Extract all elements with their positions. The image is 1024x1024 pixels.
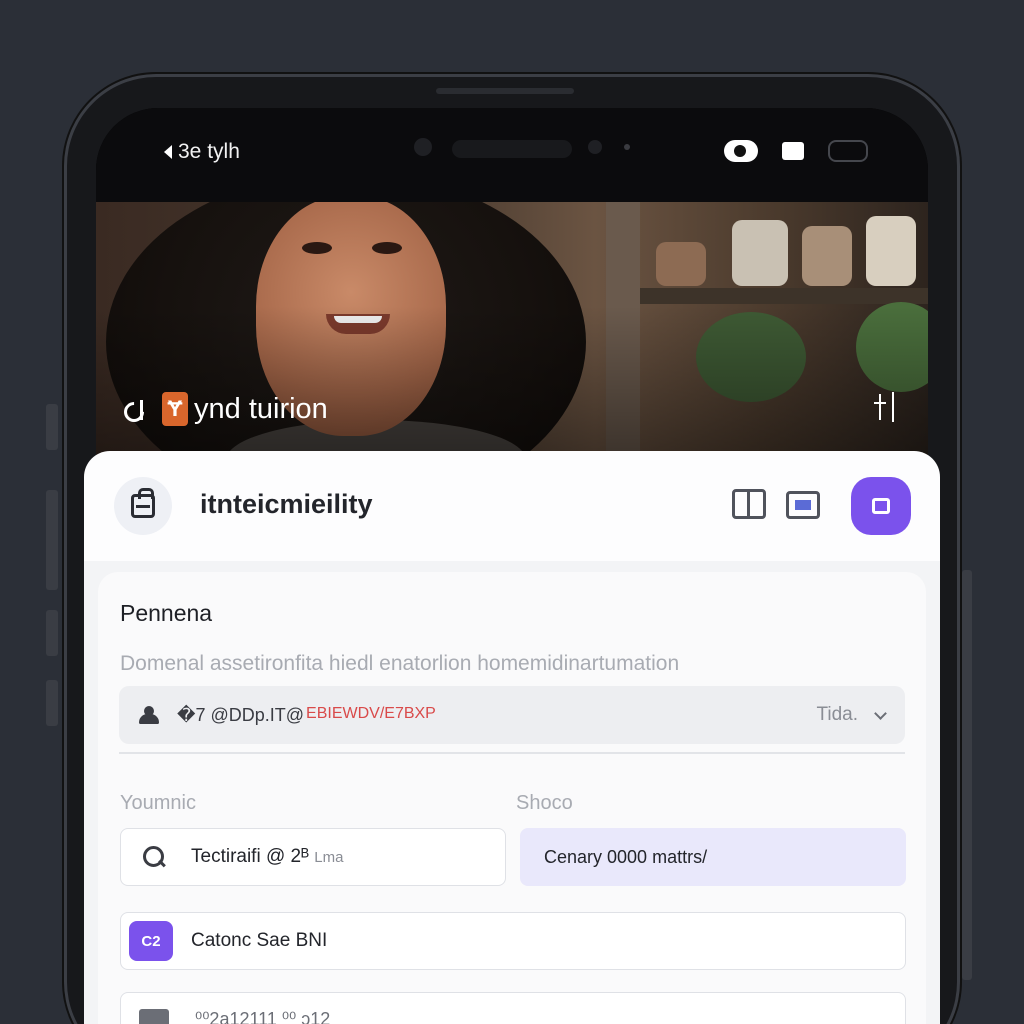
field-label-right: Shoco: [516, 792, 573, 814]
option-label: Catonc Sae BNI: [191, 930, 328, 951]
app-header: itnteicmieility: [84, 451, 940, 561]
audio-wave-icon: [124, 398, 156, 420]
form-card: Pennena Domenal assetironfita hiedl enat…: [98, 572, 926, 1024]
side-button-right: [962, 570, 972, 980]
select-value: �7 @DDp.IT@ EBIEWDV/E7BXP: [177, 705, 436, 726]
page-title: itnteicmieility: [200, 489, 373, 519]
screen-icon: [782, 142, 804, 160]
field-label-left: Youmnic: [120, 792, 196, 814]
side-button-left-3: [46, 610, 58, 656]
search-input[interactable]: Tectiraifi @ 2ᴮ Lma: [120, 828, 506, 886]
earpiece-speaker: [436, 88, 574, 94]
select-value-main: �7 @DDp.IT@: [177, 704, 305, 725]
sensor-dot-icon: [588, 140, 602, 154]
option-badge-icon: C2: [129, 921, 173, 961]
status-bar: 3e tylh: [96, 108, 928, 202]
select-value-error: EBIEWDV/E7BXP: [306, 704, 436, 722]
highlighted-field[interactable]: Cenary 0000 mattrs/: [520, 828, 906, 886]
shopping-bag-icon: [131, 488, 155, 518]
hero-video[interactable]: Ɏ ynd tuirion: [96, 202, 928, 462]
select-right-label: Tida.: [816, 704, 858, 725]
app-logo[interactable]: [114, 477, 172, 535]
search-icon: [143, 846, 165, 868]
battery-icon: [828, 140, 868, 162]
record-icon: [724, 140, 758, 162]
tag-icon: Ɏ: [162, 392, 188, 426]
list-item[interactable]: ⁰⁰2a12111 ⁰⁰ ɔ12: [120, 992, 906, 1024]
side-button-left-4: [46, 680, 58, 726]
search-value: Tectiraifi @ 2ᴮ Lma: [191, 846, 343, 868]
hero-caption: Ɏ ynd tuirion: [124, 392, 328, 426]
back-button[interactable]: 3e tylh: [164, 140, 240, 164]
notch-sensor: [452, 140, 572, 158]
highlighted-field-value: Cenary 0000 mattrs/: [544, 846, 708, 867]
select-right: Tida.: [816, 704, 887, 726]
side-button-left-1: [46, 404, 58, 450]
option-row[interactable]: C2 Catonc Sae BNI: [120, 912, 906, 970]
section-description: Domenal assetironfita hiedl enatorlion h…: [120, 652, 680, 675]
status-icons: [724, 140, 868, 162]
hero-caption-text: ynd tuirion: [194, 392, 328, 425]
fullscreen-toggle-icon[interactable]: [872, 392, 902, 422]
media-icon[interactable]: [786, 491, 820, 519]
primary-action-button[interactable]: [851, 477, 911, 535]
device-icon: [139, 1009, 169, 1024]
account-select[interactable]: �7 @DDp.IT@ EBIEWDV/E7BXP Tida.: [119, 686, 905, 744]
book-icon[interactable]: [732, 489, 766, 519]
search-value-main: Tectiraifi @ 2ᴮ: [191, 846, 309, 867]
user-icon: [139, 706, 159, 724]
back-label: 3e tylh: [178, 140, 240, 163]
chevron-down-icon: [874, 706, 887, 720]
chat-icon: [872, 498, 890, 514]
divider: [119, 752, 905, 754]
back-arrow-icon: [164, 145, 172, 159]
camera-dot-icon: [414, 138, 432, 156]
list-item-value: ⁰⁰2a12111 ⁰⁰ ɔ12: [195, 1009, 331, 1024]
sensor-small-icon: [624, 144, 630, 150]
section-title: Pennena: [120, 600, 213, 626]
search-value-faint: Lma: [314, 849, 344, 866]
side-button-left-2: [46, 490, 58, 590]
